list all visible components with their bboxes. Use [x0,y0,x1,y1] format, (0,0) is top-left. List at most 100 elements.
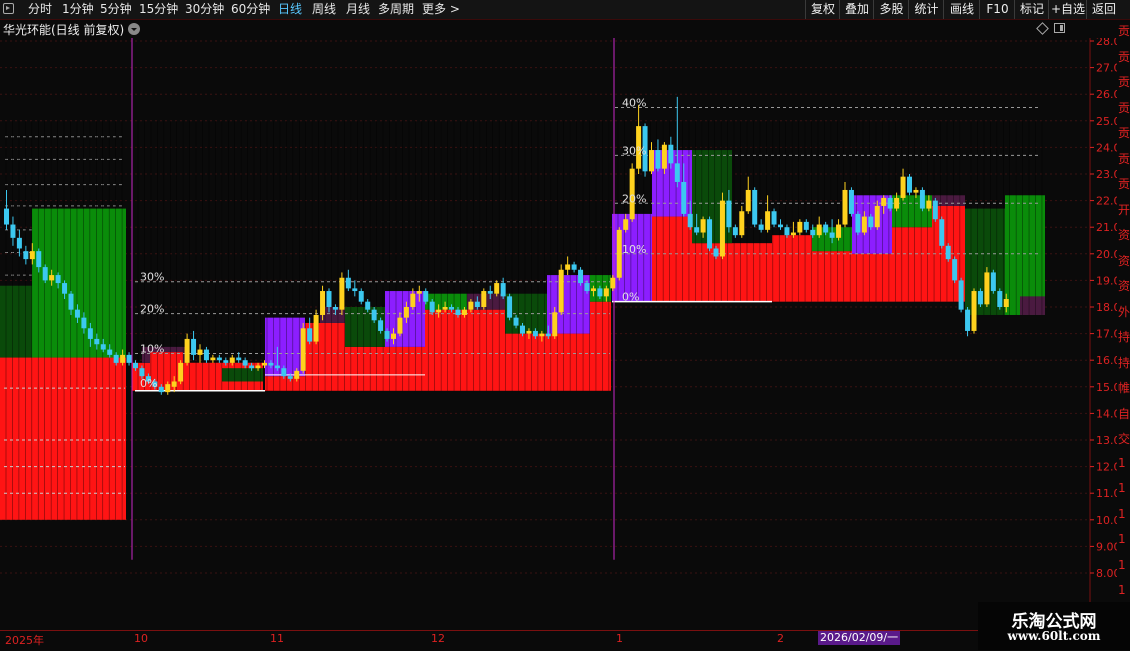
candle-body [332,307,338,310]
period-tab-30min[interactable]: 30分钟 [185,0,224,19]
period-toolbar: 分时 1分钟 5分钟 15分钟 30分钟 60分钟 日线 周线 月线 多周期 更… [0,0,1130,20]
candle-body [191,338,197,355]
channel-block [732,243,772,302]
candle-body [726,200,732,228]
candle-body [429,301,435,313]
candle-body [707,219,713,249]
candle-body [4,208,9,225]
candle-body [887,197,893,209]
cursor-date-badge: 2026/02/09/一 [818,631,901,645]
candle-body [487,291,493,294]
price-tick-label: 11.00 [1096,487,1117,500]
period-tab-weekly[interactable]: 周线 [312,0,336,19]
candle-body [545,333,551,337]
period-tab-60min[interactable]: 60分钟 [231,0,270,19]
period-tab-1min[interactable]: 1分钟 [62,0,94,19]
candle-body [610,277,616,289]
level-label: 40% [622,97,646,110]
candle-body [1003,299,1009,307]
candle-body [326,291,332,307]
back-button[interactable]: 返回 [1086,0,1121,19]
candle-body [371,309,377,321]
candle-body [197,349,203,355]
chevron-down-icon[interactable] [128,23,140,35]
draw-line-button[interactable]: 画线 [943,0,980,19]
side-panel-char: 开 [1118,202,1130,217]
side-panel-char: 自 [1118,406,1130,421]
price-tick-label: 13.00 [1096,434,1117,447]
candle-body [87,328,93,339]
add-watchlist-button[interactable]: +自选 [1048,0,1087,19]
date-label-feb: 2 [777,632,784,645]
multi-stock-button[interactable]: 多股 [873,0,909,19]
side-panel-char: 贡 [1118,75,1130,89]
period-tab-5min[interactable]: 5分钟 [100,0,132,19]
diamond-icon[interactable] [1036,22,1049,35]
candle-body [442,307,448,310]
candle-body [881,197,887,206]
candle-body [797,221,803,233]
candle-body [810,229,816,236]
candle-body [203,349,209,361]
candle-body [926,200,932,209]
candle-body [932,200,938,220]
candle-body [62,283,68,294]
candle-body [100,344,106,350]
candle-body [597,288,603,297]
candle-body [397,317,403,334]
kline-chart[interactable]: 28.00 27.00 26.00 25.00 24.00 23.00 22.00 21.00… [0,38,1117,630]
period-tab-intraday[interactable]: 分时 [28,0,52,19]
price-tick-label: 27.00 [1096,62,1117,75]
period-tab-more[interactable]: 更多 > [422,0,460,19]
price-tick-label: 20.00 [1096,248,1117,261]
period-tab-monthly[interactable]: 月线 [346,0,370,19]
candle-body [778,224,783,228]
candle-body [74,309,80,318]
candle-body [178,362,184,382]
price-tick-label: 22.00 [1096,195,1117,208]
candle-body [120,354,126,363]
side-panel-char: 1 [1118,481,1126,495]
period-tab-15min[interactable]: 15分钟 [139,0,178,19]
statistics-button[interactable]: 统计 [908,0,944,19]
level-label: 0% [140,377,157,390]
period-tab-daily[interactable]: 日线 [278,0,302,19]
f10-button[interactable]: F10 [979,0,1015,19]
candle-body [894,197,900,209]
mark-button[interactable]: 标记 [1014,0,1049,19]
price-tick-label: 21.00 [1096,221,1117,234]
candle-body [977,291,983,305]
side-panel-char: 贡 [1118,100,1130,115]
candle-body [674,163,680,182]
sidebar-toggle-icon[interactable] [3,3,14,14]
candle-body [513,317,519,326]
overlay-button[interactable]: 叠加 [839,0,874,19]
candle-body [900,176,906,198]
candle-body [391,333,396,339]
candle-body [365,301,371,310]
chart-titlebar: 华光环能(日线 前复权) [0,20,1090,38]
price-tick-label: 28.00 [1096,38,1117,48]
candle-body [945,245,951,260]
candle-body [236,357,242,361]
candle-body [42,267,48,281]
side-panel-char: 贡 [1118,24,1130,38]
price-tick-label: 9.00 [1096,540,1117,553]
level-label: 20% [622,192,646,205]
price-tick-label: 12.00 [1096,461,1117,474]
side-panel-char: 资 [1118,279,1130,293]
candle-body [139,368,145,377]
candle-body [681,181,687,214]
candle-body [790,232,796,236]
candle-body [455,309,461,315]
candle-body [739,211,745,236]
candle-body [500,283,506,297]
candle-body [952,259,958,281]
panel-toggle-icon[interactable] [1054,23,1065,33]
period-tab-multi[interactable]: 多周期 [378,0,414,19]
candle-body [307,328,313,342]
candle-body [532,330,538,337]
adjust-button[interactable]: 复权 [805,0,840,19]
candle-body [29,251,35,260]
candle-body [732,227,738,236]
